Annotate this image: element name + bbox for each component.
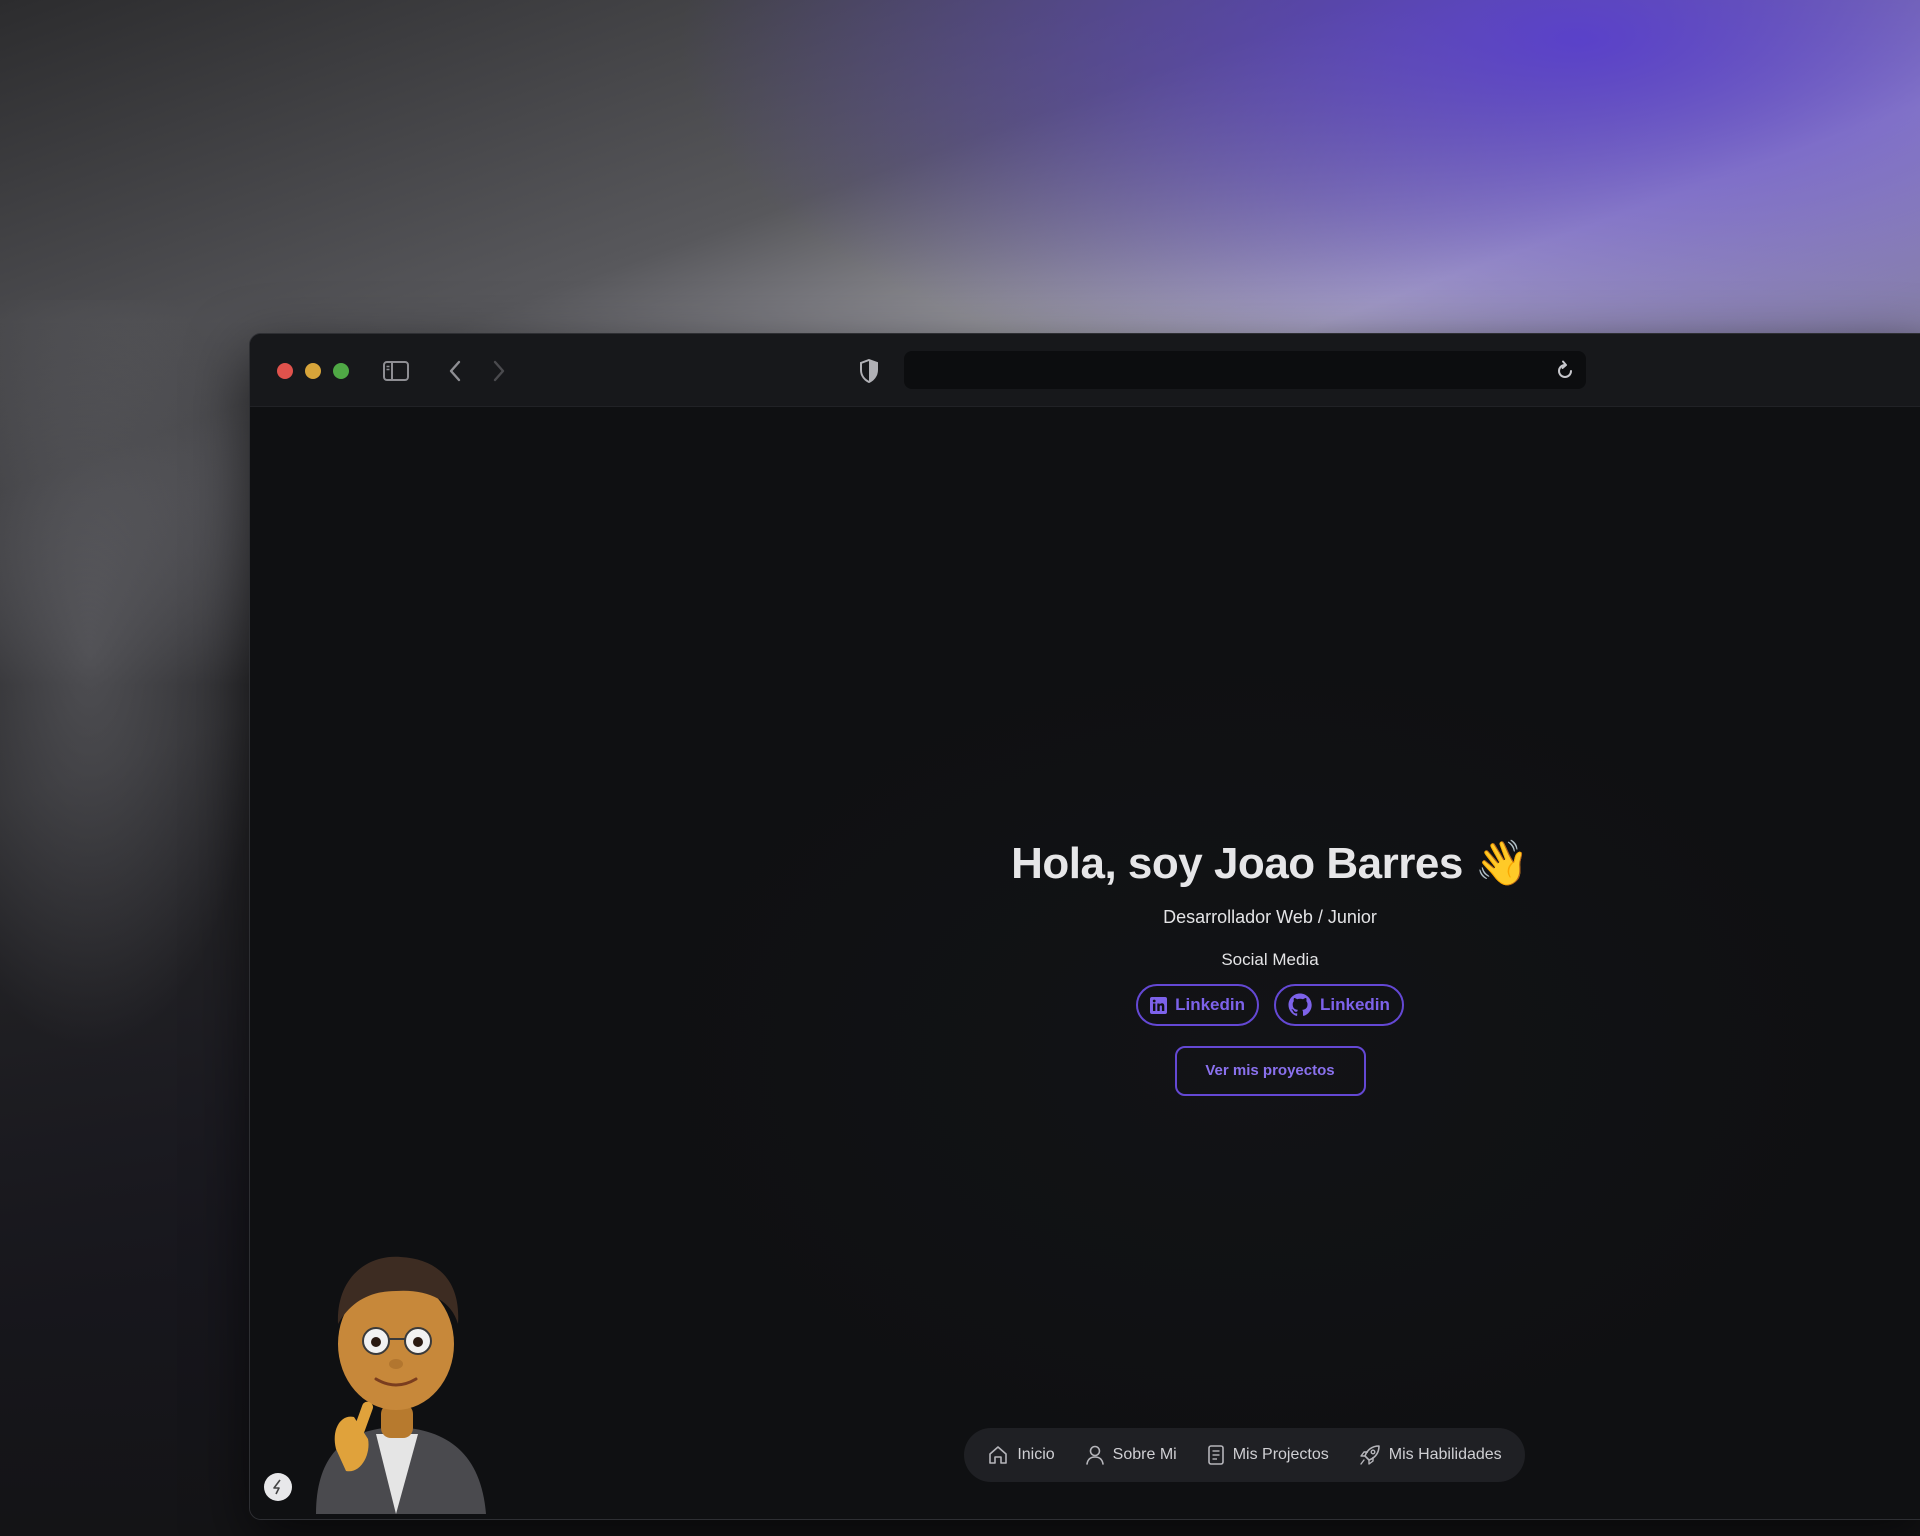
github-icon	[1288, 993, 1312, 1016]
view-projects-button[interactable]: Ver mis proyectos	[1174, 1046, 1366, 1096]
lightning-badge-icon[interactable]	[264, 1473, 292, 1501]
browser-window: Hola, soy Joao Barres 👋 Desarrollador We…	[249, 333, 1920, 1520]
nav-item-label: Mis Projectos	[1232, 1446, 1329, 1463]
github-button[interactable]: Linkedin	[1274, 984, 1404, 1026]
rocket-icon	[1360, 1445, 1380, 1465]
back-chevron-icon[interactable]	[440, 356, 470, 386]
browser-toolbar	[250, 334, 1920, 407]
zoom-window-button[interactable]	[333, 363, 349, 379]
nav-item-sobre-mi[interactable]: Sobre Mi	[1085, 1444, 1177, 1466]
social-media-heading: Social Media	[1221, 950, 1319, 969]
page-content: Hola, soy Joao Barres 👋 Desarrollador We…	[250, 407, 1920, 1519]
linkedin-button[interactable]: Linkedin	[1136, 984, 1259, 1026]
home-icon	[989, 1446, 1008, 1464]
nav-item-inicio[interactable]: Inicio	[987, 1444, 1055, 1466]
document-icon	[1207, 1445, 1224, 1465]
user-icon	[1085, 1445, 1104, 1465]
nav-item-mis-projectos[interactable]: Mis Projectos	[1207, 1444, 1329, 1466]
privacy-shield-icon[interactable]	[854, 356, 884, 386]
nav-item-label: Sobre Mi	[1112, 1446, 1177, 1463]
hero-title-text: Hola, soy Joao Barres	[1011, 839, 1463, 888]
waving-hand-icon: 👋	[1474, 839, 1530, 888]
hero-section: Hola, soy Joao Barres 👋 Desarrollador We…	[990, 837, 1550, 1096]
bottom-nav-bar: Inicio Sobre Mi Mis Projectos Mis Habili…	[964, 1428, 1525, 1482]
minimize-window-button[interactable]	[305, 363, 321, 379]
address-bar[interactable]	[904, 351, 1586, 389]
forward-chevron-icon[interactable]	[484, 356, 514, 386]
nav-item-label: Mis Habilidades	[1388, 1446, 1502, 1463]
wallpaper-haze	[0, 300, 260, 1536]
nav-item-mis-habilidades[interactable]: Mis Habilidades	[1359, 1444, 1502, 1466]
nav-item-label: Inicio	[1017, 1446, 1055, 1463]
github-button-label: Linkedin	[1320, 995, 1390, 1014]
close-window-button[interactable]	[277, 363, 293, 379]
linkedin-icon	[1150, 996, 1168, 1014]
hero-title: Hola, soy Joao Barres 👋	[990, 837, 1550, 889]
memoji-avatar	[276, 1239, 516, 1514]
linkedin-button-label: Linkedin	[1175, 995, 1245, 1014]
reload-icon[interactable]	[1556, 360, 1574, 385]
hero-subtitle: Desarrollador Web / Junior	[1163, 907, 1377, 927]
social-links: Linkedin Linkedin	[990, 984, 1550, 1026]
sidebar-toggle-icon[interactable]	[381, 356, 411, 386]
